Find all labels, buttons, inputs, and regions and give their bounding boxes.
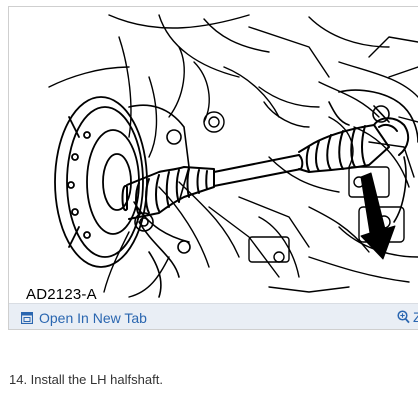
procedure-step-text: 14. Install the LH halfshaft. [9, 372, 163, 387]
zoom-label: Z [413, 309, 418, 325]
image-toolbar: Open In New Tab Z [9, 303, 418, 329]
open-in-new-tab-link[interactable]: Open In New Tab [21, 309, 147, 327]
figure-code-label: AD2123-A [26, 286, 99, 303]
zoom-link[interactable]: Z [397, 308, 418, 326]
halfshaft-illustration [9, 7, 418, 303]
external-window-icon [21, 312, 33, 324]
open-in-new-tab-label: Open In New Tab [39, 310, 147, 326]
magnifier-zoom-icon [397, 310, 410, 324]
